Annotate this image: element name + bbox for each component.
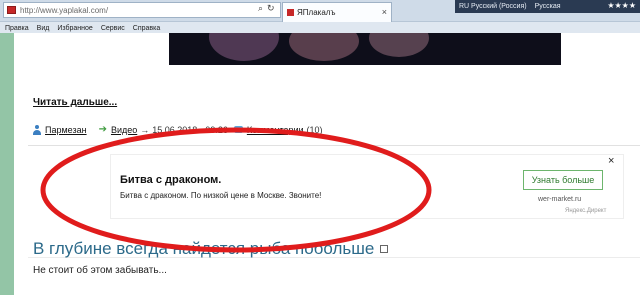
image-shape xyxy=(289,33,359,61)
ad-text[interactable]: Битва с драконом. По низкой цене в Москв… xyxy=(120,191,321,200)
address-row: http://www.yaplakal.com/ ⌕ ↻ ЯПлакалъ × … xyxy=(0,0,640,22)
arrow-right-icon: ➔ xyxy=(98,124,107,135)
ad-title[interactable]: Битва с драконом. xyxy=(120,174,221,186)
image-shape xyxy=(209,33,279,61)
ad-close-icon[interactable]: × xyxy=(608,155,614,167)
search-icon[interactable]: ⌕ xyxy=(258,3,263,14)
post-image[interactable] xyxy=(169,33,561,65)
tab-close-icon[interactable]: × xyxy=(382,7,387,17)
menu-item-favorites[interactable]: Избранное xyxy=(57,25,92,32)
read-more-link[interactable]: Читать дальше... xyxy=(33,97,117,108)
tab-favicon-icon xyxy=(287,9,294,16)
url-text: http://www.yaplakal.com/ xyxy=(20,5,109,15)
comment-icon xyxy=(233,126,243,133)
tab-title: ЯПлакалъ xyxy=(297,8,336,17)
left-accent-bar xyxy=(0,33,14,295)
comments-count: (10) xyxy=(306,124,323,135)
menu-bar: Правка Вид Избранное Сервис Справка xyxy=(0,23,640,33)
comments-link[interactable]: Комментарии xyxy=(247,125,304,135)
menu-item-tools[interactable]: Сервис xyxy=(101,25,125,32)
post-subtitle: Не стоит об этом забывать... xyxy=(33,265,167,276)
refresh-icon[interactable]: ↻ xyxy=(267,3,275,14)
address-icons: ⌕ ↻ xyxy=(258,3,275,14)
ad-source-label[interactable]: Яндекс.Директ xyxy=(565,208,606,214)
language-indicator[interactable]: RU Русский (Россия) xyxy=(459,3,527,10)
image-shape xyxy=(369,33,429,57)
tray-icons[interactable]: ★★★★ xyxy=(607,1,636,10)
browser-tab[interactable]: ЯПлакалъ × xyxy=(282,2,392,22)
post-date: 15.06.2018 - 09:26 xyxy=(152,124,228,135)
author-link[interactable]: Пармезан xyxy=(45,125,87,135)
browser-chrome: http://www.yaplakal.com/ ⌕ ↻ ЯПлакалъ × … xyxy=(0,0,640,33)
ad-domain[interactable]: wer-market.ru xyxy=(538,196,581,203)
menu-item-edit[interactable]: Правка xyxy=(5,25,29,32)
menu-item-help[interactable]: Справка xyxy=(133,25,160,32)
user-icon xyxy=(33,124,41,135)
meta-separator: → xyxy=(140,124,150,135)
keyboard-layout[interactable]: Русская xyxy=(535,3,561,10)
post-headline[interactable]: В глубине всегда найдется рыба побольше xyxy=(33,239,389,259)
headline-text[interactable]: В глубине всегда найдется рыба побольше xyxy=(33,239,374,258)
site-favicon-icon xyxy=(7,6,16,14)
learn-more-button[interactable]: Узнать больше xyxy=(523,170,603,190)
category-link[interactable]: Видео xyxy=(111,125,137,135)
divider xyxy=(28,145,640,146)
menu-item-view[interactable]: Вид xyxy=(37,25,50,32)
address-bar[interactable]: http://www.yaplakal.com/ xyxy=(3,2,281,18)
post-meta: Пармезан ➔ Видео → 15.06.2018 - 09:26 Ко… xyxy=(33,124,323,135)
system-tray: RU Русский (Россия) Русская ★★★★ xyxy=(455,0,640,13)
external-link-icon[interactable] xyxy=(380,245,389,253)
